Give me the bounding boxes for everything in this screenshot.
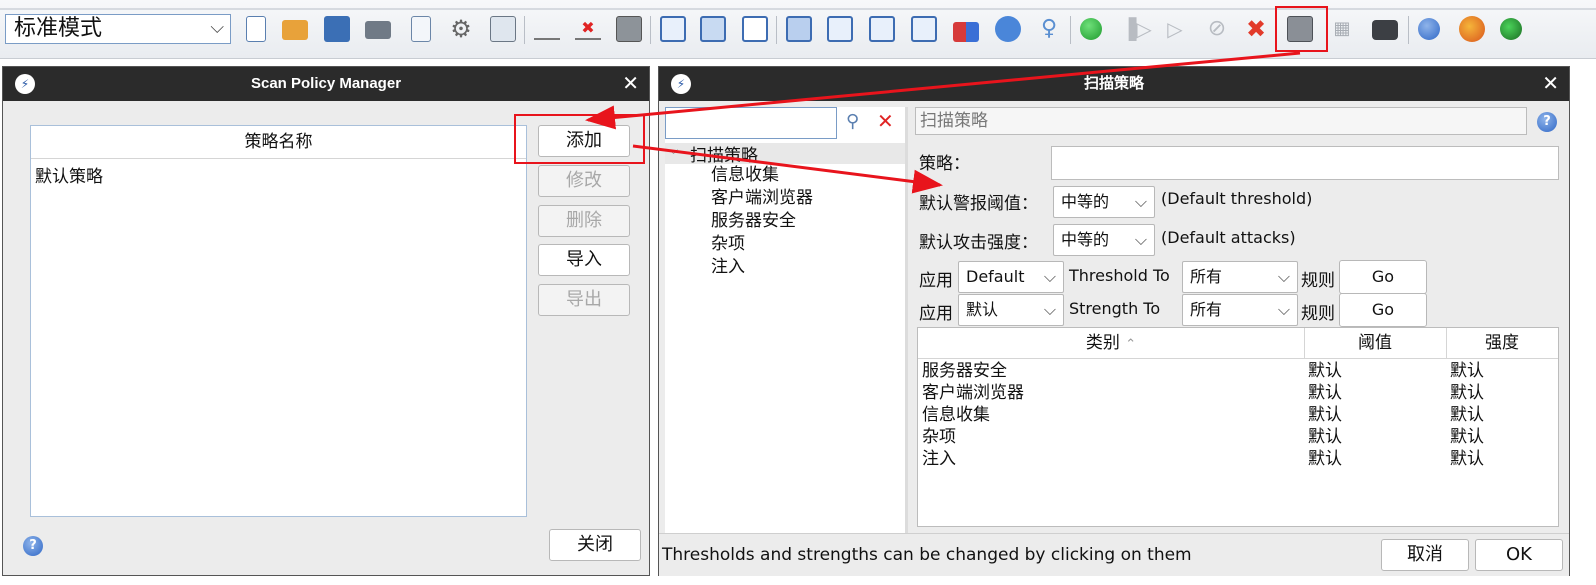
- annotation-arrow-to-add: [585, 51, 1301, 130]
- annotation-overlay: [514, 51, 1301, 194]
- annotation-arrow-to-dialog: [632, 144, 943, 194]
- annotation-highlight-add: [514, 114, 645, 164]
